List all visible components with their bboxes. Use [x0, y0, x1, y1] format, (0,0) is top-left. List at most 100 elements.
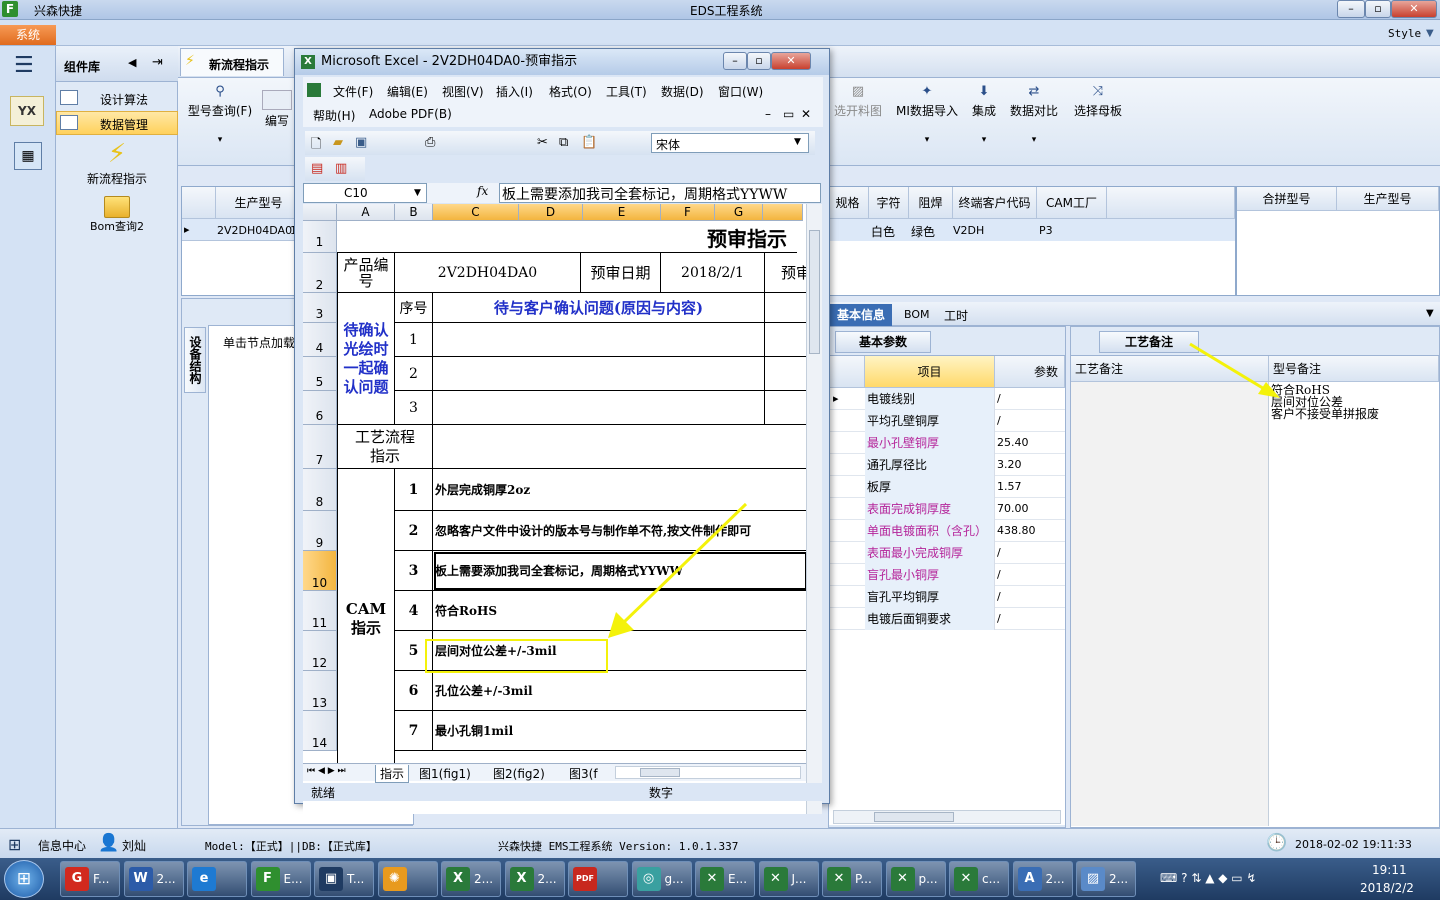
taskbar-item[interactable]: X 2... [441, 861, 501, 897]
chevron-down-icon[interactable]: ▼ [1426, 308, 1434, 319]
column-header-b[interactable]: B [395, 204, 433, 221]
menu-file[interactable]: 文件(F) [333, 83, 373, 100]
instruction-number[interactable]: 7 [395, 711, 433, 751]
instruction-number[interactable]: 2 [395, 511, 433, 551]
table-row[interactable]: 平均孔壁铜厚 / [829, 410, 1065, 432]
process-label[interactable]: 工艺流程指示 [337, 425, 433, 469]
vertical-tab-equipment[interactable]: 设备结构 [184, 327, 206, 393]
menu-data[interactable]: 数据(D) [661, 83, 704, 100]
product-code-label[interactable]: 产品编号 [337, 253, 395, 293]
column-header-e[interactable]: E [583, 204, 661, 221]
menu-help[interactable]: 帮助(H) [313, 107, 355, 124]
tab-new-flow[interactable]: ⚡ 新流程指示 [180, 48, 284, 76]
excel-close-button[interactable]: ✕ [771, 52, 811, 70]
tray-date[interactable]: 2018/2/2 [1360, 881, 1414, 895]
column-header[interactable]: 项目 [865, 356, 995, 388]
row-header[interactable]: 2 [303, 253, 337, 293]
row-header[interactable]: 9 [303, 511, 337, 551]
row-header[interactable]: 6 [303, 391, 337, 425]
print-icon[interactable]: ⎙ [425, 135, 435, 150]
confirm-cell[interactable] [433, 323, 765, 357]
row-header[interactable]: 13 [303, 671, 337, 711]
row-header[interactable]: 8 [303, 469, 337, 511]
h-scrollbar[interactable] [833, 810, 1061, 824]
table-row[interactable]: 表面完成铜厚度 70.00 [829, 498, 1065, 520]
instruction-text[interactable]: 最小孔铜1mil [433, 711, 808, 751]
row-header[interactable]: 4 [303, 323, 337, 357]
select-cut-drawing-button[interactable]: ▨ 选开料图 [830, 84, 886, 119]
menu-format[interactable]: 格式(O) [549, 83, 592, 100]
table-row[interactable]: 单面电镀面积（含孔） 438.80 [829, 520, 1065, 542]
row-header[interactable]: 10 [303, 551, 337, 591]
column-header[interactable]: 终端客户代码 [953, 187, 1037, 219]
column-header[interactable]: 合拼型号 [1237, 187, 1337, 211]
column-header[interactable]: 规格 [827, 187, 869, 219]
maximize-button[interactable]: ▫ [1365, 0, 1391, 18]
column-header[interactable]: 参数 [995, 356, 1065, 388]
taskbar-item[interactable]: ✕ c... [949, 861, 1009, 897]
table-row[interactable]: ▸ 电镀线别 / [829, 388, 1065, 410]
menu-edit[interactable]: 编辑(E) [387, 83, 428, 100]
excel-minimize-button[interactable]: – [723, 52, 747, 70]
instruction-text[interactable]: 孔位公差+/-3mil [433, 671, 808, 711]
tray-icons[interactable]: ⌨ ? ⇅ ▲ ◆ ▭ ↯ [1160, 871, 1256, 885]
confirm-header[interactable]: 待与客户确认问题(原因与内容) [433, 293, 765, 323]
params-tab[interactable]: 基本参数 [835, 331, 931, 353]
tab-basic-info[interactable]: 基本信息 [830, 304, 892, 326]
select-all-corner[interactable] [303, 204, 337, 221]
column-header[interactable]: 生产型号 [216, 187, 302, 219]
chevron-down-icon[interactable]: ▼ [1426, 28, 1434, 39]
system-menu[interactable]: 系统 [0, 25, 56, 45]
table-row[interactable]: 最小孔壁铜厚 25.40 [829, 432, 1065, 454]
sheet-tab[interactable]: 图1(fig1) [419, 765, 471, 782]
paste-icon[interactable]: 📋 [581, 135, 597, 150]
tab-bom[interactable]: BOM [904, 308, 930, 321]
taskbar-item[interactable]: ✕ J... [758, 861, 819, 897]
confirm-cell[interactable] [433, 357, 765, 391]
menu-view[interactable]: 视图(V) [442, 83, 484, 100]
excel-maximize-button[interactable]: ▫ [747, 52, 771, 70]
row-header[interactable]: 11 [303, 591, 337, 631]
minimize-button[interactable]: – [1337, 0, 1365, 18]
confirm-cell[interactable] [433, 391, 765, 425]
confirm-num[interactable]: 3 [395, 391, 433, 425]
taskbar-item[interactable]: X 2... [504, 861, 565, 897]
menu-tools[interactable]: 工具(T) [606, 83, 647, 100]
notes-cell-a[interactable] [1071, 382, 1269, 826]
row-header[interactable]: 7 [303, 425, 337, 469]
review-date[interactable]: 2018/2/1 [661, 253, 765, 293]
pdf-icon[interactable]: ▤ [311, 161, 323, 176]
instruction-number[interactable]: 1 [395, 469, 433, 511]
table-row[interactable]: 盲孔最小铜厚 / [829, 564, 1065, 586]
table-row[interactable]: 盲孔平均铜厚 / [829, 586, 1065, 608]
taskbar-item[interactable]: ▨ 2... [1076, 861, 1136, 897]
table-row[interactable]: 电镀后面铜要求 / [829, 608, 1065, 630]
sidebar-item-design[interactable]: 设计算法 [56, 86, 178, 110]
name-box[interactable]: C10 ▼ [303, 183, 427, 203]
data-compare-button[interactable]: ⇄ 数据对比 ▾ [1008, 84, 1060, 145]
instruction-number[interactable]: 4 [395, 591, 433, 631]
column-header-g[interactable]: G [715, 204, 763, 221]
formula-input[interactable]: 板上需要添加我司全套标记，周期格式YYWW [499, 183, 821, 203]
sidebar-item-data-management[interactable]: 数据管理 [56, 111, 178, 135]
model-query-button[interactable]: ⚲ 型号查询(F) ▾ [184, 84, 256, 145]
row-header[interactable]: 1 [303, 221, 337, 253]
close-button[interactable]: ✕ [1391, 0, 1437, 18]
review-date-label[interactable]: 预审日期 [581, 253, 661, 293]
scroll-thumb[interactable] [809, 230, 820, 354]
tab-work-hours[interactable]: 工时 [944, 307, 968, 324]
tray-time[interactable]: 19:11 [1372, 863, 1407, 877]
sidebar-tool-bom-query[interactable]: Bom查询2 [56, 196, 178, 242]
taskbar-item[interactable]: W 2... [123, 861, 184, 897]
sheet-tab-active[interactable]: 指示 [375, 765, 410, 783]
sheet-title[interactable]: 预审指示 [337, 221, 797, 253]
open-folder-icon[interactable]: ▰ [333, 135, 343, 150]
review-clip[interactable]: 预审 [765, 253, 808, 293]
taskbar-item[interactable]: ✕ p... [885, 861, 946, 897]
column-header-c[interactable]: C [433, 204, 519, 221]
tab-nav-icon[interactable]: ⏮ ◀ ▶ ⏭ [307, 766, 346, 776]
doc-minimize-icon[interactable]: – [765, 107, 771, 121]
excel-window[interactable]: X Microsoft Excel - 2V2DH04DA0-预审指示 – ▫ … [294, 48, 830, 814]
table-row[interactable]: 表面最小完成铜厚 / [829, 542, 1065, 564]
confirm-extra[interactable] [765, 391, 808, 425]
